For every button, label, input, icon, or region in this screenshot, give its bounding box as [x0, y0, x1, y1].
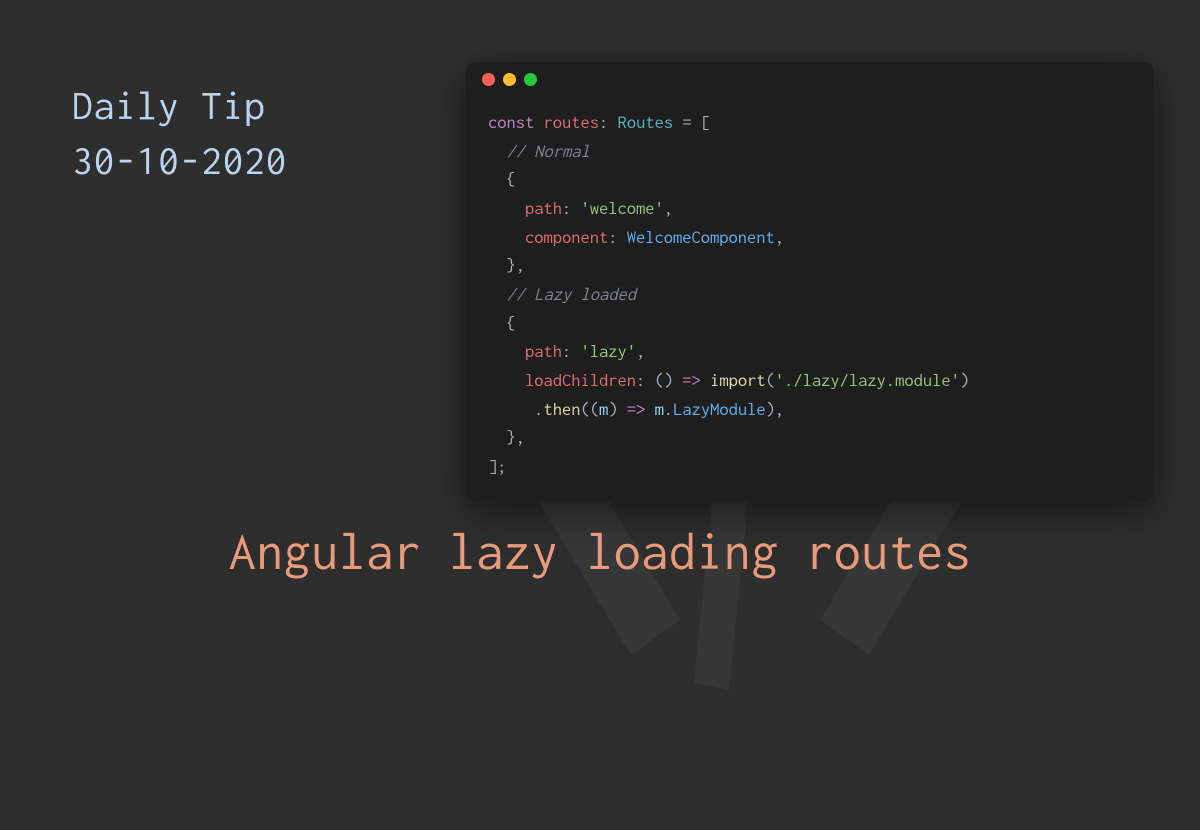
close-icon — [482, 73, 495, 86]
window-titlebar — [466, 62, 1154, 96]
minimize-icon — [503, 73, 516, 86]
maximize-icon — [524, 73, 537, 86]
header: Daily Tip 30-10-2020 — [72, 78, 287, 187]
code-block: const routes: Routes = [ // Normal { pat… — [466, 96, 1154, 501]
main-title: Angular lazy loading routes — [0, 524, 1200, 580]
code-window: const routes: Routes = [ // Normal { pat… — [466, 62, 1154, 501]
header-date: 30-10-2020 — [72, 133, 287, 188]
header-title: Daily Tip — [72, 78, 287, 133]
